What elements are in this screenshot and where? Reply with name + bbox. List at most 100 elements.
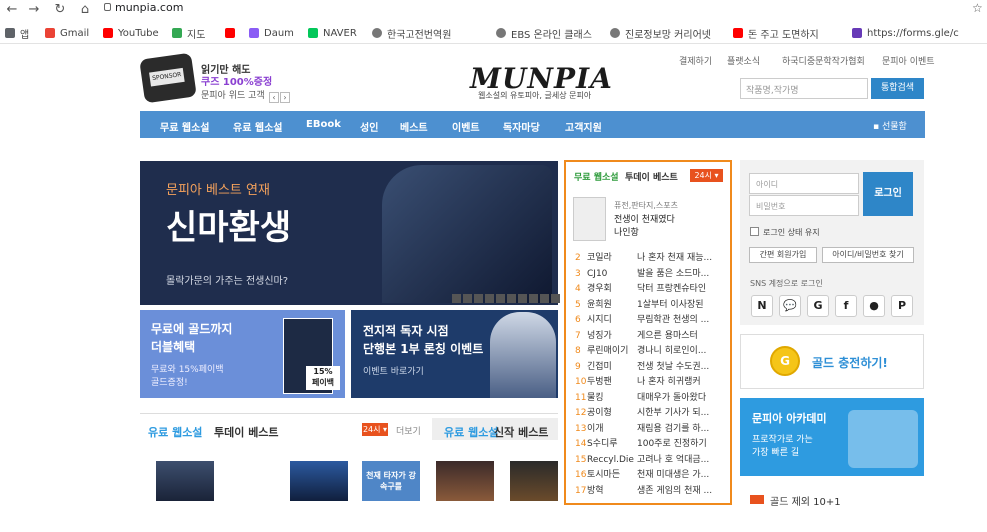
bookmark-classics[interactable]: 한국고전번역원	[372, 25, 451, 41]
facebook-login-icon[interactable]: f	[835, 295, 857, 317]
rank-row[interactable]: 12공이형 시한부 기사가 되...	[575, 405, 725, 419]
rank-row[interactable]: 4 경우회 닥터 프랑켄슈타인	[575, 281, 725, 295]
rank-number: 6	[575, 315, 581, 325]
rank-number: 15	[575, 454, 587, 465]
rank-row[interactable]: 5 윤희원 1살부터 이사장된	[575, 297, 725, 311]
rank-row[interactable]: 10두벙팬 나 혼자 히귀랭커	[575, 374, 725, 388]
rank-row[interactable]: 2 코일라 나 혼자 천재 재능...	[575, 250, 725, 264]
bookmark-youtube[interactable]: YouTube	[103, 25, 159, 41]
password-field[interactable]: 비밀번호	[749, 195, 859, 216]
rank-row[interactable]: 17방혁 생존 게임의 천재 ...	[575, 483, 725, 497]
rank-author: 넝징가	[587, 330, 612, 341]
top-link-event[interactable]: 문피아 이벤트	[882, 54, 935, 67]
nav-paid-novel[interactable]: 유료 웹소설	[233, 119, 282, 134]
kakao-login-icon[interactable]: 💬	[779, 295, 801, 317]
banner-right-title-1: 전지적 독자 시점	[363, 324, 449, 338]
top-link-association[interactable]: 하국디중문학작가협회	[782, 54, 865, 67]
bookmark-youtube-2[interactable]	[225, 25, 240, 41]
youtube-icon	[225, 28, 235, 38]
ad-card-image[interactable]: SPONSOR	[139, 52, 197, 104]
forward-icon[interactable]: →	[26, 2, 42, 18]
home-icon[interactable]: ⌂	[77, 2, 93, 18]
apple-login-icon[interactable]: ●	[863, 295, 885, 317]
new-best-category: 유료 웹소설	[444, 426, 499, 439]
bookmark-star-icon[interactable]: ☆	[972, 1, 983, 15]
rank-row[interactable]: 15Reccyl.Die 고려나 호 억대금...	[575, 452, 725, 466]
new-best-title: 신작 베스트	[494, 426, 549, 439]
rank-title: 경나니 히로인이...	[637, 346, 707, 356]
ad-prev-button[interactable]: ‹	[269, 92, 279, 103]
bookmark-forms[interactable]: https://forms.gle/c	[852, 25, 959, 41]
bookmark-career[interactable]: 진로정보망 커리어넷	[610, 25, 711, 41]
book-cover[interactable]	[510, 461, 558, 501]
nav-support[interactable]: 고객지원	[565, 119, 602, 134]
search-input[interactable]: 작품명,작가명	[740, 78, 868, 99]
search-button[interactable]: 통합검색	[871, 78, 924, 99]
rank-row[interactable]: 16토시마든 천재 미대생은 가...	[575, 467, 725, 481]
nav-event[interactable]: 이벤트	[452, 119, 480, 134]
gold-event-badge	[750, 495, 764, 504]
nav-ebook[interactable]: EBook	[306, 119, 341, 130]
banner-left-title-1: 무료에 골드까지	[151, 322, 233, 336]
rank-row[interactable]: 6 시지디 무림학관 천생의 ...	[575, 312, 725, 326]
bookmark-daum[interactable]: Daum	[249, 25, 294, 41]
book-cover[interactable]	[156, 461, 214, 501]
top-link-payment[interactable]: 결제하기	[679, 54, 712, 67]
address-bar[interactable]: munpia.com	[115, 1, 183, 14]
nav-adult[interactable]: 성인	[360, 119, 378, 134]
paid-best-period-select[interactable]: 24시 ▾	[362, 423, 388, 436]
payco-login-icon[interactable]: P	[891, 295, 913, 317]
nav-readers[interactable]: 독자마당	[503, 119, 540, 134]
top-novel-cover[interactable]	[573, 197, 606, 241]
top-link-news[interactable]: 플랫소식	[727, 54, 760, 67]
nav-best[interactable]: 베스트	[400, 119, 428, 134]
banner-left-sub-2: 골드증정!	[151, 378, 188, 388]
simple-join-button[interactable]: 간편 회원가입	[749, 247, 817, 263]
rank-row[interactable]: 8 루린매이기 경나니 히로인이...	[575, 343, 725, 357]
lock-icon	[104, 3, 111, 11]
rank-author: 토시마든	[587, 470, 621, 480]
main-banner-pagination[interactable]	[452, 294, 560, 303]
today-best-period-select[interactable]: 24시 ▾	[690, 169, 723, 182]
academy-sub-1: 프로작가로 가는	[752, 435, 813, 445]
find-account-button[interactable]: 아이디/비밀번호 찾기	[822, 247, 914, 263]
ad-next-button[interactable]: ›	[280, 92, 290, 103]
rank-row[interactable]: 13이개 재림용 검기를 하...	[575, 421, 725, 435]
rank-row[interactable]: 7 넝징가 게으른 용마스터	[575, 328, 725, 342]
rank-title: 게으른 용마스터	[637, 330, 698, 341]
rank-number: 10	[575, 377, 587, 387]
bookmark-gmail[interactable]: Gmail	[45, 25, 89, 41]
academy-sub-2: 가장 빠른 길	[752, 448, 800, 458]
reload-icon[interactable]: ↻	[52, 2, 68, 18]
bookmark-naver[interactable]: NAVER	[308, 25, 357, 41]
keep-login-checkbox[interactable]	[750, 227, 759, 236]
academy-title: 문피아 아카데미	[752, 412, 827, 425]
book-cover-title: 천재 타자가 강속구를	[366, 471, 416, 491]
gold-coin-icon: G	[770, 346, 800, 376]
forms-icon	[852, 28, 862, 38]
back-icon[interactable]: ←	[4, 2, 20, 18]
rank-row[interactable]: 3 CJ10 발을 품은 소드마...	[575, 266, 725, 280]
gold-event-label[interactable]: 골드 제외 10+1	[770, 493, 841, 508]
user-id-field[interactable]: 아이디	[749, 173, 859, 194]
top-novel-title[interactable]: 전생이 천재였다	[614, 212, 675, 225]
google-login-icon[interactable]: G	[807, 295, 829, 317]
bookmark-apps[interactable]: 앱	[5, 25, 29, 41]
login-button[interactable]: 로그인	[863, 172, 913, 216]
youtube-icon	[103, 28, 113, 38]
bookmark-ebs[interactable]: EBS 온라인 클래스	[496, 25, 592, 41]
bookmark-youtube-3[interactable]: 돈 주고 도면하지	[733, 25, 819, 41]
rank-title: 재림용 검기를 하...	[637, 423, 710, 434]
rank-row[interactable]: 9 긴접미 전생 첫날 수도권...	[575, 359, 725, 373]
rank-row[interactable]: 11물킹 대매우가 돌아왔다	[575, 390, 725, 404]
bookmark-maps[interactable]: 지도	[172, 25, 205, 41]
nav-gift[interactable]: ▪ 선물함	[873, 119, 907, 132]
rank-row[interactable]: 14S수디루 100주로 진정하기	[575, 436, 725, 450]
naver-login-icon[interactable]: N	[751, 295, 773, 317]
nav-free-novel[interactable]: 무료 웹소설	[160, 119, 209, 134]
book-cover[interactable]	[436, 461, 494, 501]
paid-best-more-link[interactable]: 더보기	[396, 424, 421, 437]
rank-author: 윤희원	[587, 299, 612, 310]
logo-tagline: 웹소설의 유토피아, 글세상 문피아	[478, 91, 592, 100]
book-cover[interactable]	[290, 461, 348, 501]
